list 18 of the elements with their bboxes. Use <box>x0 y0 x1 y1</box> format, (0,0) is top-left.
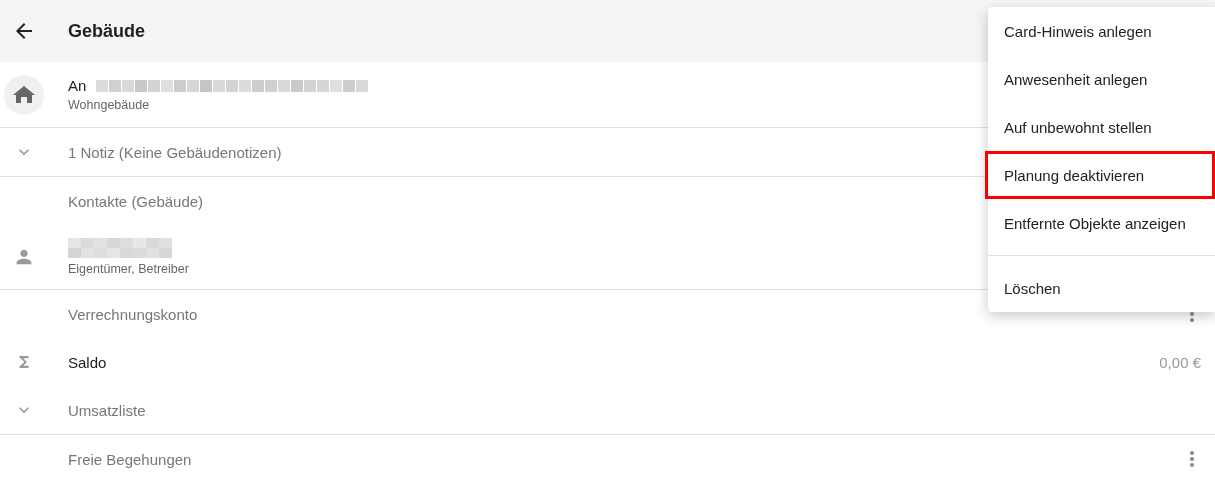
menu-item[interactable]: Anwesenheit anlegen <box>988 55 1215 103</box>
transactions-toggle[interactable]: Umsatzliste <box>68 401 1201 419</box>
balance-label: Saldo <box>68 353 108 371</box>
contact-role: Eigentümer, Betreiber <box>68 262 189 276</box>
building-name: An <box>68 77 87 94</box>
menu-item[interactable]: Löschen <box>988 264 1215 312</box>
section-heading: Freie Begehungen <box>68 450 193 468</box>
page-title: Gebäude <box>68 20 146 42</box>
balance-value: 0,00 € <box>1159 353 1201 371</box>
menu-item[interactable]: Auf unbewohnt stellen <box>988 103 1215 151</box>
building-type: Wohngebäude <box>68 98 150 112</box>
menu-item[interactable]: Planung deaktivieren <box>985 151 1215 199</box>
notes-toggle[interactable]: 1 Notiz (Keine Gebäudenotizen) <box>68 143 282 161</box>
menu-item[interactable]: Entfernte Objekte anzeigen <box>988 199 1215 247</box>
house-icon <box>4 74 44 115</box>
section-heading: Kontakte (Gebäude) <box>68 192 204 210</box>
section-heading: Verrechnungskonto <box>68 305 199 323</box>
menu-item[interactable]: Card-Hinweis anlegen <box>988 7 1215 55</box>
